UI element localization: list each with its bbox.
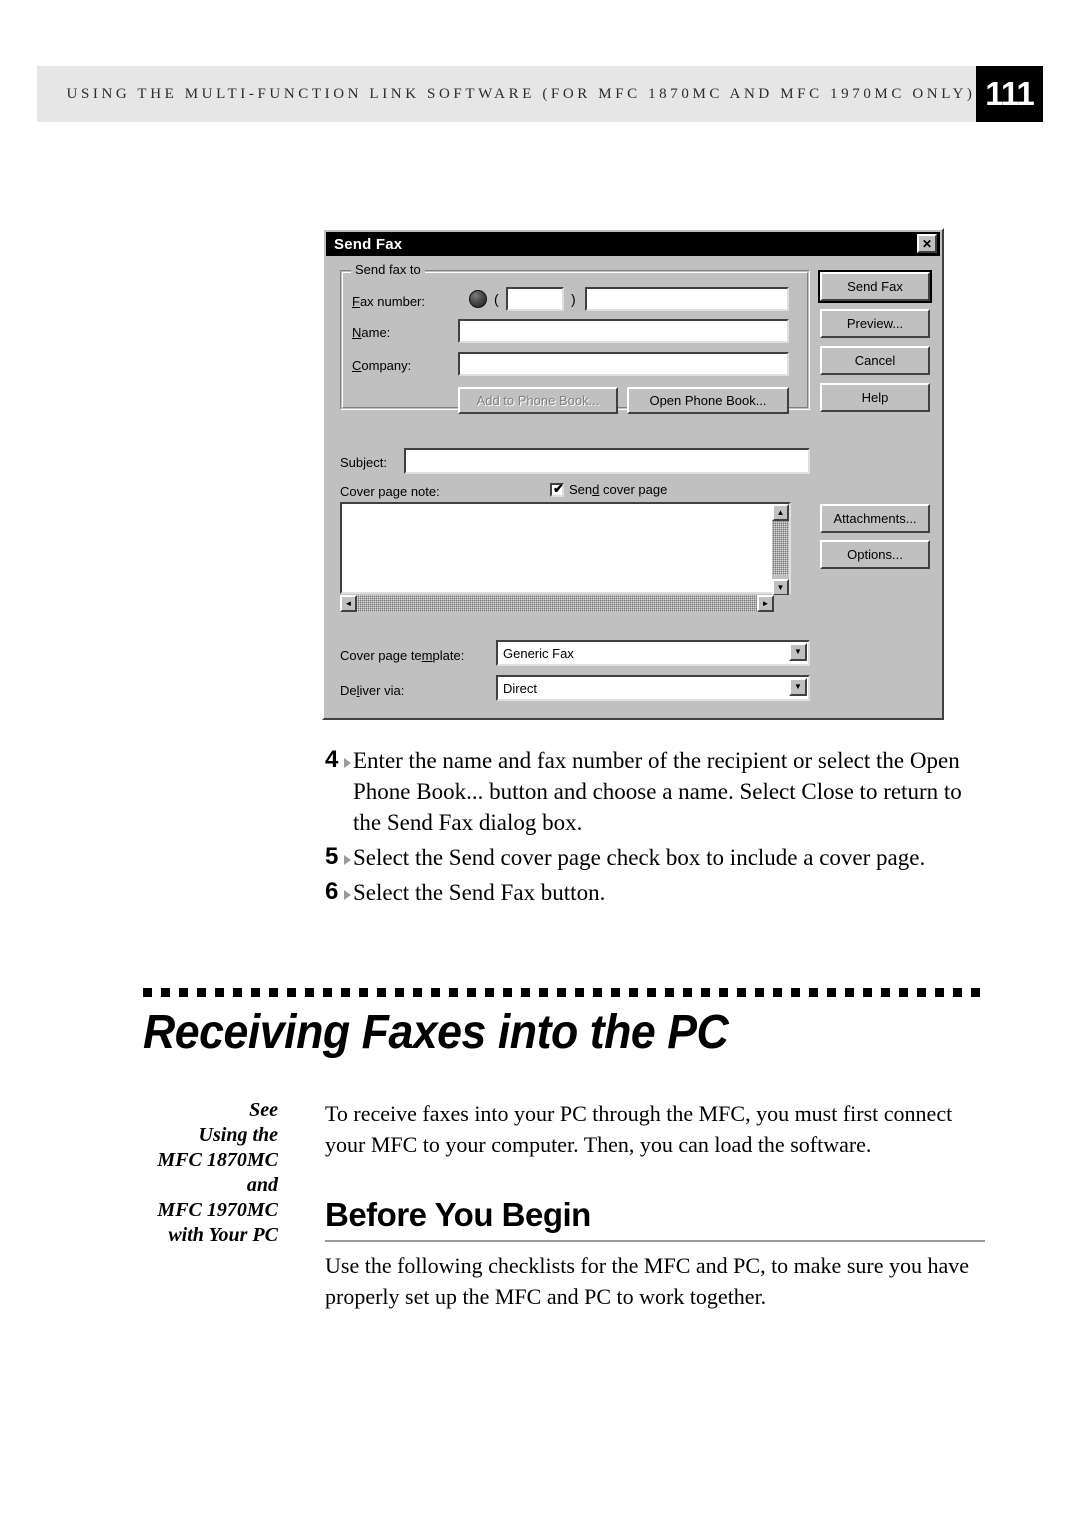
scrollbar-corner (793, 595, 810, 612)
send-fax-button-label: Send Fax (847, 279, 903, 294)
running-header-text: USING THE MULTI-FUNCTION LINK SOFTWARE (… (66, 85, 976, 102)
check-icon: ✔ (553, 480, 564, 496)
cancel-button[interactable]: Cancel (820, 346, 930, 375)
vertical-scroll-track[interactable] (772, 521, 789, 575)
cover-page-note-memo[interactable]: ▲ ▼ ◄ ► (340, 502, 810, 612)
paren-open: ( (494, 291, 499, 307)
page-title: Receiving Faxes into the PC (143, 1006, 729, 1059)
name-label: Name: (352, 325, 391, 340)
send-cover-page-checkbox-row[interactable]: ✔ Send cover page (550, 480, 668, 497)
instruction-steps: 4 Enter the name and fax number of the r… (325, 745, 985, 912)
paren-close: ) (571, 291, 576, 307)
list-item: 6 Select the Send Fax button. (325, 877, 985, 908)
margin-note: See Using the MFC 1870MC and MFC 1970MC … (157, 1099, 278, 1246)
open-phone-book-button[interactable]: Open Phone Book... (627, 387, 789, 414)
deliver-via-value: Direct (503, 680, 537, 696)
send-cover-page-label: Send cover page (569, 482, 668, 497)
step-text: Select the Send cover page check box to … (353, 845, 926, 870)
help-button[interactable]: Help (820, 383, 930, 412)
fax-number-input[interactable] (585, 287, 789, 311)
cover-page-note-label: Cover page note: (340, 484, 440, 499)
attachments-button-label: Attachments... (833, 511, 917, 526)
groupbox-legend: Send fax to (351, 262, 425, 277)
step-number: 4 (325, 745, 353, 838)
name-input[interactable] (458, 319, 789, 343)
decorative-dotted-rule (143, 988, 986, 997)
fax-number-label: Fax number: (352, 294, 425, 309)
scroll-up-icon[interactable]: ▲ (772, 504, 789, 521)
send-fax-button[interactable]: Send Fax (818, 270, 932, 303)
step-number: 6 (325, 877, 353, 908)
list-item: 4 Enter the name and fax number of the r… (325, 745, 985, 838)
horizontal-scrollbar[interactable]: ◄ ► (340, 595, 791, 612)
section-heading: Before You Begin (325, 1196, 591, 1233)
preview-button[interactable]: Preview... (820, 309, 930, 338)
document-page: USING THE MULTI-FUNCTION LINK SOFTWARE (… (0, 0, 1080, 1526)
vertical-scrollbar[interactable]: ▲ ▼ (772, 504, 789, 596)
subject-label: Subject: (340, 455, 387, 470)
cover-page-template-label: Cover page template: (340, 648, 465, 663)
scroll-left-icon[interactable]: ◄ (340, 595, 357, 612)
section-divider (325, 1240, 985, 1242)
fax-area-code-input[interactable] (506, 287, 564, 311)
running-header-band: USING THE MULTI-FUNCTION LINK SOFTWARE (… (37, 66, 977, 122)
cover-page-note-textarea[interactable]: ▲ ▼ (340, 502, 791, 596)
cover-page-template-select[interactable]: Generic Fax ▼ (496, 640, 810, 666)
add-to-phone-book-button[interactable]: Add to Phone Book... (458, 387, 618, 414)
cover-page-template-value: Generic Fax (503, 645, 574, 661)
intro-paragraph: To receive faxes into your PC through th… (325, 1101, 953, 1157)
dialog-title: Send Fax (334, 235, 403, 253)
scroll-down-icon[interactable]: ▼ (772, 579, 789, 596)
horizontal-scroll-track[interactable] (357, 595, 757, 612)
list-item: 5 Select the Send cover page check box t… (325, 842, 985, 873)
dialog-titlebar[interactable]: Send Fax ✕ (326, 232, 940, 256)
deliver-via-select[interactable]: Direct ▼ (496, 675, 810, 701)
send-cover-page-checkbox[interactable]: ✔ (550, 480, 564, 497)
options-button-label: Options... (847, 547, 903, 562)
attachments-button[interactable]: Attachments... (820, 504, 930, 533)
chevron-down-icon[interactable]: ▼ (789, 643, 807, 661)
send-fax-dialog: Send Fax ✕ Send fax to Fax number: ( ) N… (322, 228, 944, 720)
step-number: 5 (325, 842, 353, 873)
globe-icon (469, 290, 487, 308)
body-column: To receive faxes into your PC through th… (325, 1098, 985, 1318)
page-number-badge: 111 (976, 66, 1043, 122)
chevron-down-icon-2[interactable]: ▼ (789, 678, 807, 696)
section-paragraph: Use the following checklists for the MFC… (325, 1253, 970, 1309)
step-text: Select the Send Fax button. (353, 880, 606, 905)
deliver-via-label: Deliver via: (340, 683, 405, 698)
close-icon[interactable]: ✕ (917, 234, 937, 253)
company-label: Company: (352, 358, 412, 373)
subject-input[interactable] (404, 448, 810, 474)
scroll-right-icon[interactable]: ► (757, 595, 774, 612)
step-text: Enter the name and fax number of the rec… (353, 748, 962, 835)
options-button[interactable]: Options... (820, 540, 930, 569)
company-input[interactable] (458, 352, 789, 376)
